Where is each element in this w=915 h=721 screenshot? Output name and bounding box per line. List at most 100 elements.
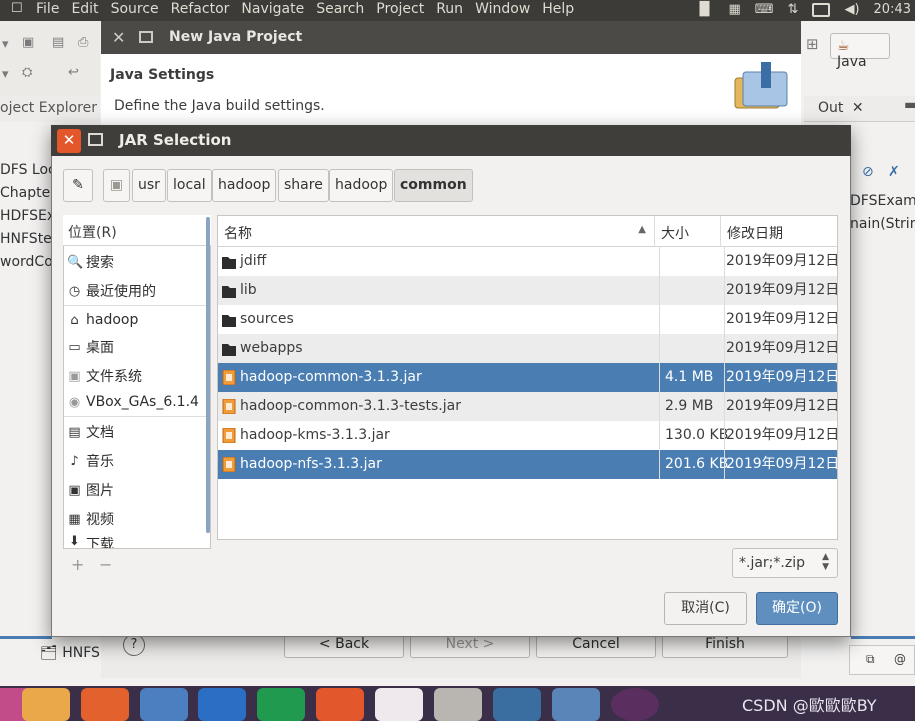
place-documents[interactable]: ▤ 文档 xyxy=(64,419,210,445)
place-music[interactable]: ♪ 音乐 xyxy=(64,448,210,474)
tree-item[interactable]: Chapter xyxy=(0,185,56,201)
eclipse-icon[interactable] xyxy=(434,688,482,721)
filesystem-root-button[interactable]: ▣ xyxy=(103,169,130,202)
toolbar-chevron-icon[interactable]: ▾ xyxy=(2,37,9,52)
system-tray: ▐▌ ▦ ⌨ ⇅ ◀) 20:43 xyxy=(694,2,911,17)
help-icon[interactable]: ? xyxy=(123,634,145,656)
crumb-share[interactable]: share xyxy=(278,169,329,202)
menu-source[interactable]: Source xyxy=(105,1,165,17)
toolbar-chevron-icon-2[interactable]: ▾ xyxy=(2,67,9,82)
menu-help[interactable]: Help xyxy=(536,1,580,17)
link-icon[interactable]: @ xyxy=(894,652,906,666)
minimize-icon[interactable]: ▬ xyxy=(904,97,915,113)
close-icon[interactable]: ✕ xyxy=(112,28,125,47)
file-row[interactable]: webapps 2019年09月12日 xyxy=(218,334,839,363)
column-size[interactable]: 大小 xyxy=(655,216,721,247)
hide-fields-icon[interactable]: ⊘ xyxy=(862,164,874,180)
restore-icon[interactable]: ⧉ xyxy=(866,652,875,667)
project-explorer-tab-label: oject Explorer xyxy=(0,100,97,116)
tree-item[interactable]: HDFSEx xyxy=(0,208,55,224)
browser-icon[interactable] xyxy=(140,688,188,721)
maximize-icon[interactable] xyxy=(139,31,153,43)
edit-path-button[interactable]: ✎ xyxy=(63,169,93,202)
place-desktop[interactable]: ▭ 桌面 xyxy=(64,334,210,360)
wizard-titlebar: ✕ New Java Project xyxy=(101,21,801,54)
crumb-common[interactable]: common xyxy=(394,169,473,202)
menu-edit[interactable]: Edit xyxy=(65,1,104,17)
build-icon[interactable]: ⛭ xyxy=(22,65,32,80)
place-recent[interactable]: ◷ 最近使用的 xyxy=(64,278,210,304)
place-pictures[interactable]: ▣ 图片 xyxy=(64,477,210,503)
open-perspective-icon[interactable]: ⊞ xyxy=(806,35,819,53)
volume-icon[interactable]: ◀) xyxy=(844,2,859,17)
keyboard-icon[interactable]: ⌨ xyxy=(755,2,774,17)
menu-run[interactable]: Run xyxy=(430,1,469,17)
project-explorer-tab[interactable]: oject Explorer xyxy=(0,96,100,122)
file-row[interactable]: hadoop-common-3.1.3-tests.jar 2.9 MB 201… xyxy=(218,392,839,421)
file-modified: 2019年09月12日 xyxy=(724,247,839,276)
file-row[interactable]: hadoop-kms-3.1.3.jar 130.0 KB 2019年09月12… xyxy=(218,421,839,450)
java-perspective-button[interactable]: ☕ Java xyxy=(830,33,890,70)
hide-static-icon[interactable]: ✗ xyxy=(888,164,900,180)
place-filesystem[interactable]: ▣ 文件系统 xyxy=(64,363,210,389)
crumb-hadoop-2[interactable]: hadoop xyxy=(329,169,394,202)
place-videos[interactable]: ▦ 视频 xyxy=(64,506,210,532)
dialog-close-icon[interactable]: ✕ xyxy=(57,129,81,153)
outline-tab[interactable]: Out ✕ xyxy=(804,96,915,122)
menu-window[interactable]: Window xyxy=(469,1,536,17)
column-modified[interactable]: 修改日期 xyxy=(721,216,837,247)
crumb-usr[interactable]: usr xyxy=(132,169,166,202)
file-size xyxy=(659,334,727,363)
save-icon[interactable]: ▣ xyxy=(22,35,34,50)
outline-item[interactable]: DFSExamp xyxy=(850,193,915,209)
menu-file[interactable]: File xyxy=(30,1,65,17)
file-row[interactable]: sources 2019年09月12日 xyxy=(218,305,839,334)
dialog-ok-button[interactable]: 确定(O) xyxy=(756,592,838,625)
wps-presentation-icon[interactable] xyxy=(316,688,364,721)
menu-search[interactable]: Search xyxy=(310,1,370,17)
column-name[interactable]: 名称 ▲ xyxy=(218,216,655,247)
back-nav-icon[interactable]: ↩ xyxy=(68,65,79,80)
place-home[interactable]: ⌂ hadoop xyxy=(64,307,210,333)
app-menu-icon[interactable]: ☐ xyxy=(11,1,23,16)
network-icon[interactable]: ⇅ xyxy=(788,2,799,17)
file-row[interactable]: hadoop-common-3.1.3.jar 4.1 MB 2019年09月1… xyxy=(218,363,839,392)
menu-refactor[interactable]: Refactor xyxy=(165,1,236,17)
file-row[interactable]: lib 2019年09月12日 xyxy=(218,276,839,305)
file-modified: 2019年09月12日 xyxy=(724,421,839,450)
clock[interactable]: 20:43 xyxy=(874,2,911,17)
dialog-cancel-button[interactable]: 取消(C) xyxy=(664,592,747,625)
place-downloads[interactable]: ⬇ 下载 xyxy=(64,534,210,548)
battery-icon[interactable] xyxy=(812,2,831,17)
dialog-maximize-icon[interactable] xyxy=(88,133,103,146)
file-row[interactable]: jdiff 2019年09月12日 xyxy=(218,247,839,276)
add-bookmark-button[interactable]: + xyxy=(71,555,84,574)
workspace-icon[interactable] xyxy=(552,688,600,721)
calendar-icon[interactable]: ▦ xyxy=(728,2,740,17)
indicator-icon[interactable]: ▐▌ xyxy=(694,2,714,17)
crumb-hadoop[interactable]: hadoop xyxy=(212,169,277,202)
dvd-icon[interactable] xyxy=(611,688,659,721)
place-vbox-disc[interactable]: ◉ VBox_GAs_6.1.4 xyxy=(64,389,210,415)
close-icon[interactable]: ✕ xyxy=(852,100,864,116)
menu-navigate[interactable]: Navigate xyxy=(235,1,310,17)
wps-writer-icon[interactable] xyxy=(198,688,246,721)
terminal-icon[interactable] xyxy=(493,688,541,721)
print-icon[interactable]: ⎙ xyxy=(78,35,88,50)
remove-bookmark-button[interactable]: − xyxy=(99,555,112,574)
place-search[interactable]: 🔍 搜索 xyxy=(64,249,210,275)
menu-project[interactable]: Project xyxy=(370,1,430,17)
places-header: 位置(R) xyxy=(63,215,211,246)
crumb-local[interactable]: local xyxy=(167,169,212,202)
bottom-tab[interactable]: 🗂 HNFS xyxy=(40,645,100,661)
software-center-icon[interactable] xyxy=(375,688,423,721)
firefox-icon[interactable] xyxy=(81,688,129,721)
focus-indicator xyxy=(0,636,52,639)
places-scrollbar[interactable] xyxy=(206,217,210,533)
save-all-icon[interactable]: ▤ xyxy=(52,35,64,50)
file-filter-select[interactable]: *.jar;*.zip ▲ ▼ xyxy=(732,548,838,578)
wps-spreadsheet-icon[interactable] xyxy=(257,688,305,721)
files-icon[interactable] xyxy=(22,688,70,721)
file-row[interactable]: hadoop-nfs-3.1.3.jar 201.6 KB 2019年09月12… xyxy=(218,450,839,479)
outline-item[interactable]: nain(Strin xyxy=(850,216,915,232)
